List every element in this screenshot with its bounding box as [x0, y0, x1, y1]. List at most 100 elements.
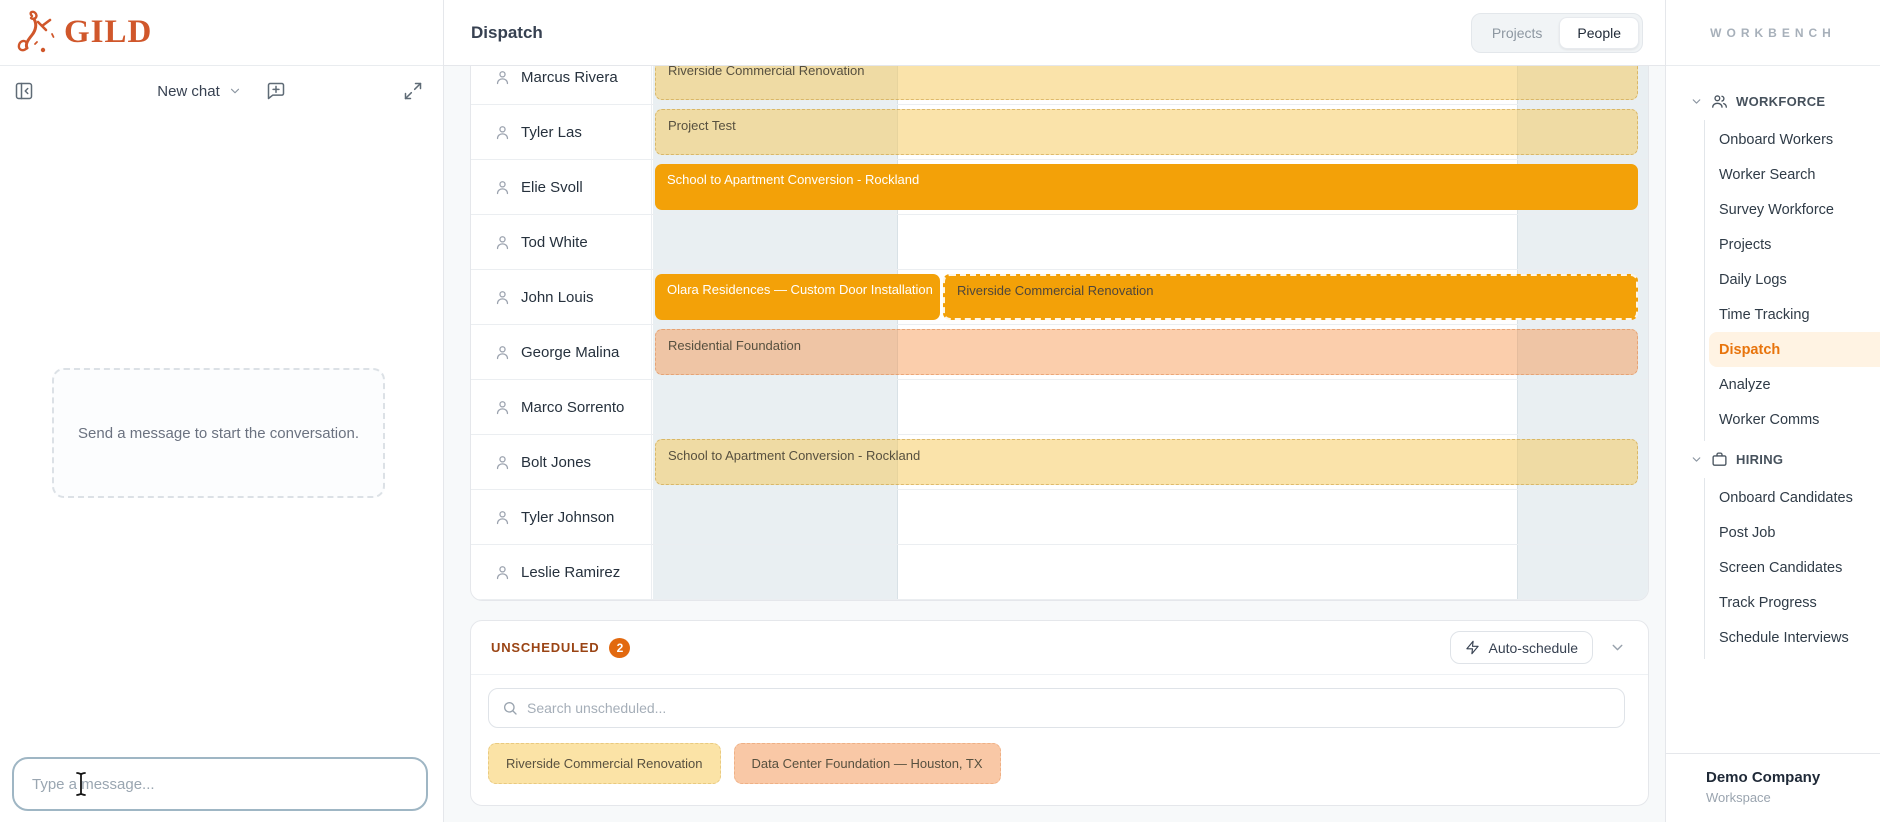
nav-item-schedule-interviews[interactable]: Schedule Interviews [1705, 620, 1880, 655]
app-root: GILD New chat Send a message to start th… [0, 0, 1880, 822]
nav-item-onboard-workers[interactable]: Onboard Workers [1705, 122, 1880, 157]
nav-section-hiring[interactable]: HIRING [1666, 441, 1880, 478]
chat-empty-text: Send a message to start the conversation… [78, 425, 359, 442]
worker-row: Marco Sorrento [471, 380, 1648, 435]
worker-cell: John Louis [471, 270, 652, 324]
search-icon [502, 700, 518, 716]
person-icon [494, 69, 511, 86]
worker-cell: Bolt Jones [471, 435, 652, 489]
chevron-down-icon [228, 84, 242, 98]
person-icon [494, 564, 511, 581]
worker-row: Elie Svoll School to Apartment Conversion… [471, 160, 1648, 215]
schedule-bar[interactable]: Project Test [655, 109, 1638, 155]
worker-name: George Malina [521, 344, 619, 361]
worker-name: Leslie Ramirez [521, 564, 620, 581]
schedule-bar[interactable]: Olara Residences — Custom Door Installat… [655, 274, 940, 320]
nav-item-analyze[interactable]: Analyze [1705, 367, 1880, 402]
worker-row: Tod White [471, 215, 1648, 270]
person-icon [494, 124, 511, 141]
person-icon [494, 289, 511, 306]
workbench-sidebar: WORKBENCH WORKFORCEOnboard WorkersWorker… [1665, 0, 1880, 822]
nav-section-label: WORKFORCE [1736, 94, 1825, 109]
worker-name: Elie Svoll [521, 179, 583, 196]
schedule-bar[interactable]: Riverside Commercial Renovation [943, 274, 1638, 320]
nav-item-survey-workforce[interactable]: Survey Workforce [1705, 192, 1880, 227]
auto-schedule-button[interactable]: Auto-schedule [1450, 631, 1593, 664]
worker-cell: Tyler Johnson [471, 490, 652, 544]
nav-item-dispatch[interactable]: Dispatch [1709, 332, 1880, 367]
toggle-people[interactable]: People [1559, 17, 1639, 49]
brand-row: GILD [0, 0, 443, 66]
unscheduled-chips: Riverside Commercial Renovation Data Cent… [488, 743, 1625, 784]
chat-empty-state: Send a message to start the conversation… [52, 368, 385, 498]
unscheduled-body: Search unscheduled... Riverside Commerci… [471, 675, 1648, 784]
nav-item-projects[interactable]: Projects [1705, 227, 1880, 262]
brand-wordmark: GILD [64, 14, 152, 51]
worker-row: Leslie Ramirez [471, 545, 1648, 600]
unscheduled-count-badge: 2 [609, 638, 630, 658]
worker-name: Tod White [521, 234, 588, 251]
toggle-projects[interactable]: Projects [1475, 17, 1560, 49]
worker-cell: Leslie Ramirez [471, 545, 652, 599]
schedule-bar[interactable]: Residential Foundation [655, 329, 1638, 375]
nav-section-label: HIRING [1736, 452, 1783, 467]
unscheduled-label: UNSCHEDULED [491, 640, 599, 655]
worker-cell: Elie Svoll [471, 160, 652, 214]
timeline-cell [652, 490, 1648, 544]
nav-item-post-job[interactable]: Post Job [1705, 515, 1880, 550]
timeline-cell: Residential Foundation [652, 325, 1648, 379]
unscheduled-chip[interactable]: Riverside Commercial Renovation [488, 743, 721, 784]
nav-items-hiring: Onboard CandidatesPost JobScreen Candida… [1704, 478, 1880, 659]
chevron-down-icon [1690, 95, 1703, 108]
nav-item-screen-candidates[interactable]: Screen Candidates [1705, 550, 1880, 585]
chevron-down-icon [1690, 453, 1703, 466]
unscheduled-search-placeholder: Search unscheduled... [527, 700, 666, 716]
sidebar-collapse-icon[interactable] [14, 81, 34, 101]
person-icon [494, 399, 511, 416]
workspace-block[interactable]: Demo Company Workspace [1666, 753, 1880, 822]
chat-message-input[interactable]: Type a message... [12, 757, 428, 811]
workspace-name: Demo Company [1706, 769, 1870, 786]
person-icon [494, 344, 511, 361]
worker-name: Tyler Johnson [521, 509, 614, 526]
new-chat-dropdown[interactable]: New chat [157, 81, 286, 101]
workbench-nav: WORKFORCE Onboard WorkersWorker SearchSur… [1666, 66, 1880, 753]
gild-mascot-logo [12, 8, 60, 58]
unscheduled-panel: UNSCHEDULED 2 Auto-schedule Search unsch… [470, 620, 1649, 806]
worker-cell: Marco Sorrento [471, 380, 652, 434]
page-title: Dispatch [471, 23, 543, 43]
nav-item-daily-logs[interactable]: Daily Logs [1705, 262, 1880, 297]
schedule-bar[interactable]: School to Apartment Conversion - Rocklan… [655, 164, 1638, 210]
nav-section-workforce[interactable]: WORKFORCE [1666, 83, 1880, 120]
worker-name: Marco Sorrento [521, 399, 624, 416]
view-toggle: ProjectsPeople [1471, 13, 1643, 53]
schedule-grid-body: Marcus Rivera Riverside Commercial Renova… [471, 50, 1648, 600]
nav-item-onboard-candidates[interactable]: Onboard Candidates [1705, 480, 1880, 515]
nav-items-workforce: Onboard WorkersWorker SearchSurvey Workf… [1704, 120, 1880, 441]
unscheduled-chip[interactable]: Data Center Foundation — Houston, TX [734, 743, 1001, 784]
workbench-title: WORKBENCH [1666, 0, 1880, 66]
chat-input-placeholder: Type a message... [32, 776, 155, 793]
collapse-chevron-icon[interactable] [1609, 639, 1626, 656]
unscheduled-search-input[interactable]: Search unscheduled... [488, 688, 1625, 728]
expand-icon[interactable] [403, 81, 423, 101]
chat-message-area: Send a message to start the conversation… [0, 116, 443, 752]
nav-item-time-tracking[interactable]: Time Tracking [1705, 297, 1880, 332]
briefcase-icon [1711, 451, 1728, 468]
nav-item-worker-comms[interactable]: Worker Comms [1705, 402, 1880, 437]
worker-name: Marcus Rivera [521, 69, 618, 86]
schedule-bar[interactable]: School to Apartment Conversion - Rocklan… [655, 439, 1638, 485]
timeline-cell: Olara Residences — Custom Door Installat… [652, 270, 1648, 324]
timeline-cell [652, 545, 1648, 599]
worker-name: Bolt Jones [521, 454, 591, 471]
worker-row: John LouisOlara Residences — Custom Door… [471, 270, 1648, 325]
main-header: Dispatch ProjectsPeople [444, 0, 1665, 66]
new-message-icon[interactable] [266, 81, 286, 101]
worker-cell: Tod White [471, 215, 652, 269]
nav-item-track-progress[interactable]: Track Progress [1705, 585, 1880, 620]
nav-item-worker-search[interactable]: Worker Search [1705, 157, 1880, 192]
person-icon [494, 454, 511, 471]
timeline-cell [652, 215, 1648, 269]
auto-schedule-label: Auto-schedule [1488, 640, 1578, 656]
timeline-cell [652, 380, 1648, 434]
